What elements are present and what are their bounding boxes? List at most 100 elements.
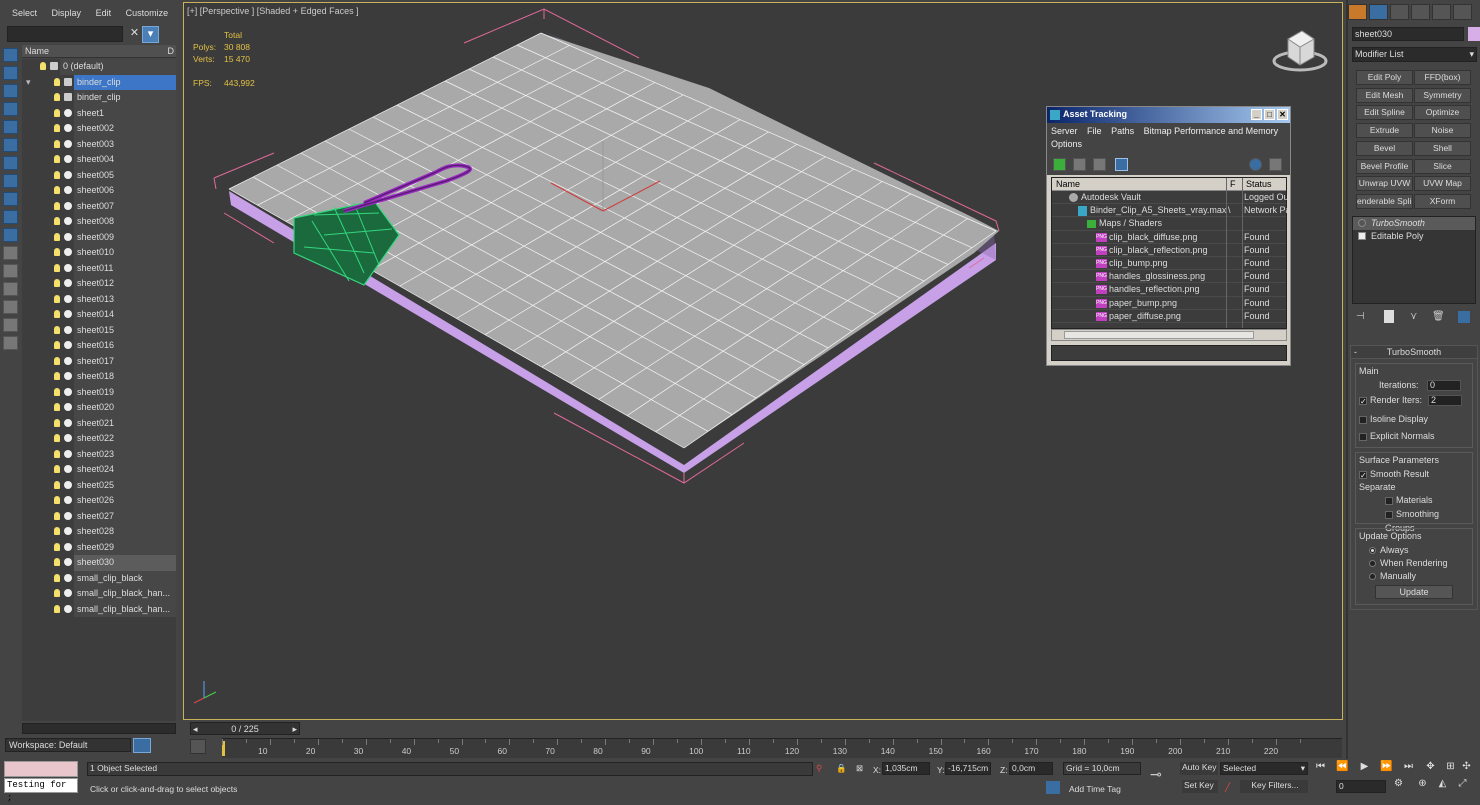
auto-key-button[interactable]: Auto Key — [1180, 762, 1218, 775]
zoom-icon[interactable]: ⊕ — [1416, 778, 1429, 791]
modifier-button[interactable]: Slice — [1414, 158, 1471, 174]
maxscript-listener-input[interactable]: Testing for ; — [4, 778, 78, 803]
make-unique-icon[interactable]: ⋎ — [1410, 311, 1417, 322]
visibility-bulb-icon[interactable] — [54, 232, 60, 241]
remove-modifier-icon[interactable]: 🗑 — [1432, 311, 1445, 322]
time-tag-icon[interactable] — [1046, 781, 1060, 794]
visibility-bulb-icon[interactable] — [54, 449, 60, 458]
column-d[interactable]: D — [168, 45, 175, 57]
stack-item-editable-poly[interactable]: Editable Poly — [1353, 230, 1475, 243]
visibility-bulb-icon[interactable] — [54, 294, 60, 303]
next-key-icon[interactable]: ⏩ — [1380, 761, 1393, 774]
menu-paths[interactable]: Paths — [1111, 126, 1134, 136]
explorer-item[interactable]: sheet029 — [22, 539, 176, 555]
visibility-bulb-icon[interactable] — [54, 310, 60, 318]
visibility-bulb-icon[interactable] — [54, 170, 60, 179]
explorer-item[interactable]: sheet021 — [22, 415, 176, 431]
x-coordinate-field[interactable]: 1,035cm — [882, 762, 930, 775]
visibility-bulb-icon[interactable] — [54, 217, 60, 225]
go-to-end-icon[interactable]: ⏭ — [1402, 761, 1415, 774]
modifier-button[interactable]: Edit Mesh — [1356, 87, 1413, 103]
explorer-search-input[interactable] — [7, 26, 123, 42]
show-end-result-icon[interactable] — [1384, 310, 1394, 323]
visibility-bulb-icon[interactable] — [54, 604, 60, 613]
explorer-item[interactable]: sheet004 — [22, 152, 176, 168]
menu-options[interactable]: Options — [1051, 139, 1082, 149]
modifier-button[interactable]: Symmetry — [1414, 87, 1471, 103]
explorer-item[interactable]: sheet007 — [22, 198, 176, 214]
modifier-button[interactable]: UVW Map — [1414, 176, 1471, 192]
explorer-item[interactable]: sheet017 — [22, 353, 176, 369]
explorer-column-header[interactable]: Name D — [22, 45, 176, 58]
visibility-bulb-icon[interactable] — [54, 139, 60, 148]
asset-row[interactable]: PNG paper_diffuse.png Found — [1052, 310, 1286, 323]
asset-horizontal-scrollbar[interactable] — [1051, 329, 1287, 341]
modifier-button[interactable]: Bevel Profile — [1356, 158, 1413, 174]
update-button[interactable]: Update — [1375, 585, 1453, 599]
list-view-icon[interactable] — [1073, 158, 1086, 171]
visibility-bulb-icon[interactable] — [54, 108, 60, 117]
y-coordinate-field[interactable]: -16,715cm — [945, 762, 991, 775]
modifier-button[interactable]: Unwrap UVW — [1356, 176, 1413, 192]
explorer-item[interactable]: sheet022 — [22, 431, 176, 447]
object-color-swatch[interactable] — [1468, 27, 1480, 41]
layers-icon[interactable] — [133, 738, 151, 753]
modifier-button[interactable]: Bevel — [1356, 140, 1413, 156]
stack-item-turbosmooth[interactable]: TurboSmooth — [1353, 217, 1475, 230]
maximize-viewport-icon[interactable]: ⤢ — [1456, 778, 1469, 791]
visibility-bulb-icon[interactable] — [54, 279, 60, 287]
display-containers-icon[interactable] — [3, 210, 18, 224]
visibility-bulb-icon[interactable] — [54, 511, 60, 520]
explorer-item[interactable]: sheet028 — [22, 524, 176, 540]
visibility-bulb-icon[interactable] — [54, 496, 60, 504]
create-tab-icon[interactable] — [1348, 4, 1367, 20]
visibility-bulb-icon[interactable] — [54, 434, 60, 442]
table-view-icon[interactable] — [1115, 158, 1128, 171]
layer-settings-icon[interactable] — [3, 336, 18, 350]
prev-frame-icon[interactable]: ◂ — [193, 723, 198, 735]
refresh-icon[interactable] — [1053, 158, 1066, 171]
visibility-bulb-icon[interactable] — [54, 465, 60, 473]
explorer-item[interactable]: sheet010 — [22, 245, 176, 261]
explorer-item[interactable]: sheet030 — [22, 555, 176, 571]
selected-dropdown[interactable]: Selected ▾ — [1220, 762, 1308, 775]
modifier-button[interactable]: Noise — [1414, 123, 1471, 139]
explorer-item[interactable]: small_clip_black_han... — [22, 586, 176, 602]
modifier-button[interactable]: Edit Poly — [1356, 70, 1413, 85]
display-lights-icon[interactable] — [3, 84, 18, 98]
explorer-item[interactable]: sheet006 — [22, 183, 176, 199]
set-key-pen-icon[interactable]: ╱ — [1225, 782, 1230, 793]
display-all-icon[interactable] — [3, 264, 18, 278]
asset-row[interactable]: PNG handles_reflection.png Found — [1052, 283, 1286, 297]
visibility-bulb-icon[interactable] — [40, 62, 46, 70]
next-frame-icon[interactable]: ▸ — [292, 723, 297, 735]
explorer-item[interactable]: sheet011 — [22, 260, 176, 276]
filter-icon[interactable]: ▾ — [142, 26, 159, 43]
visibility-bulb-icon[interactable] — [54, 387, 60, 396]
explorer-item[interactable]: sheet002 — [22, 121, 176, 137]
modifier-button[interactable]: enderable Splin — [1356, 193, 1413, 209]
pin-stack-icon[interactable]: ⊣ — [1356, 311, 1365, 322]
layer-toggle-icon[interactable] — [3, 318, 18, 332]
explorer-item[interactable]: sheet014 — [22, 307, 176, 323]
display-spacewarps-icon[interactable] — [3, 138, 18, 152]
visibility-bulb-icon[interactable] — [54, 263, 60, 272]
menu-bitmap-performance[interactable]: Bitmap Performance and Memory — [1144, 126, 1279, 136]
visibility-bulb-icon[interactable] — [54, 155, 60, 163]
iterations-spinner[interactable]: 0 — [1427, 380, 1461, 392]
visibility-bulb-icon[interactable] — [54, 403, 60, 411]
asset-row[interactable]: PNG paper_bump.png Found — [1052, 297, 1286, 310]
display-bones-icon[interactable] — [3, 192, 18, 206]
visibility-bulb-icon[interactable] — [54, 356, 60, 365]
explorer-item[interactable]: sheet005 — [22, 167, 176, 183]
modifier-button[interactable]: Edit Spline — [1356, 105, 1413, 121]
smooth-result-checkbox[interactable] — [1359, 469, 1367, 483]
display-xrefs-icon[interactable] — [3, 174, 18, 188]
explorer-item[interactable]: sheet1 — [22, 105, 176, 121]
minimize-icon[interactable]: _ — [1251, 109, 1262, 120]
visibility-bulb-icon[interactable] — [54, 372, 60, 380]
visibility-bulb-icon[interactable] — [54, 418, 60, 427]
explorer-item[interactable]: sheet015 — [22, 322, 176, 338]
visibility-bulb-icon[interactable] — [54, 93, 60, 101]
play-icon[interactable]: ▶ — [1358, 761, 1371, 774]
